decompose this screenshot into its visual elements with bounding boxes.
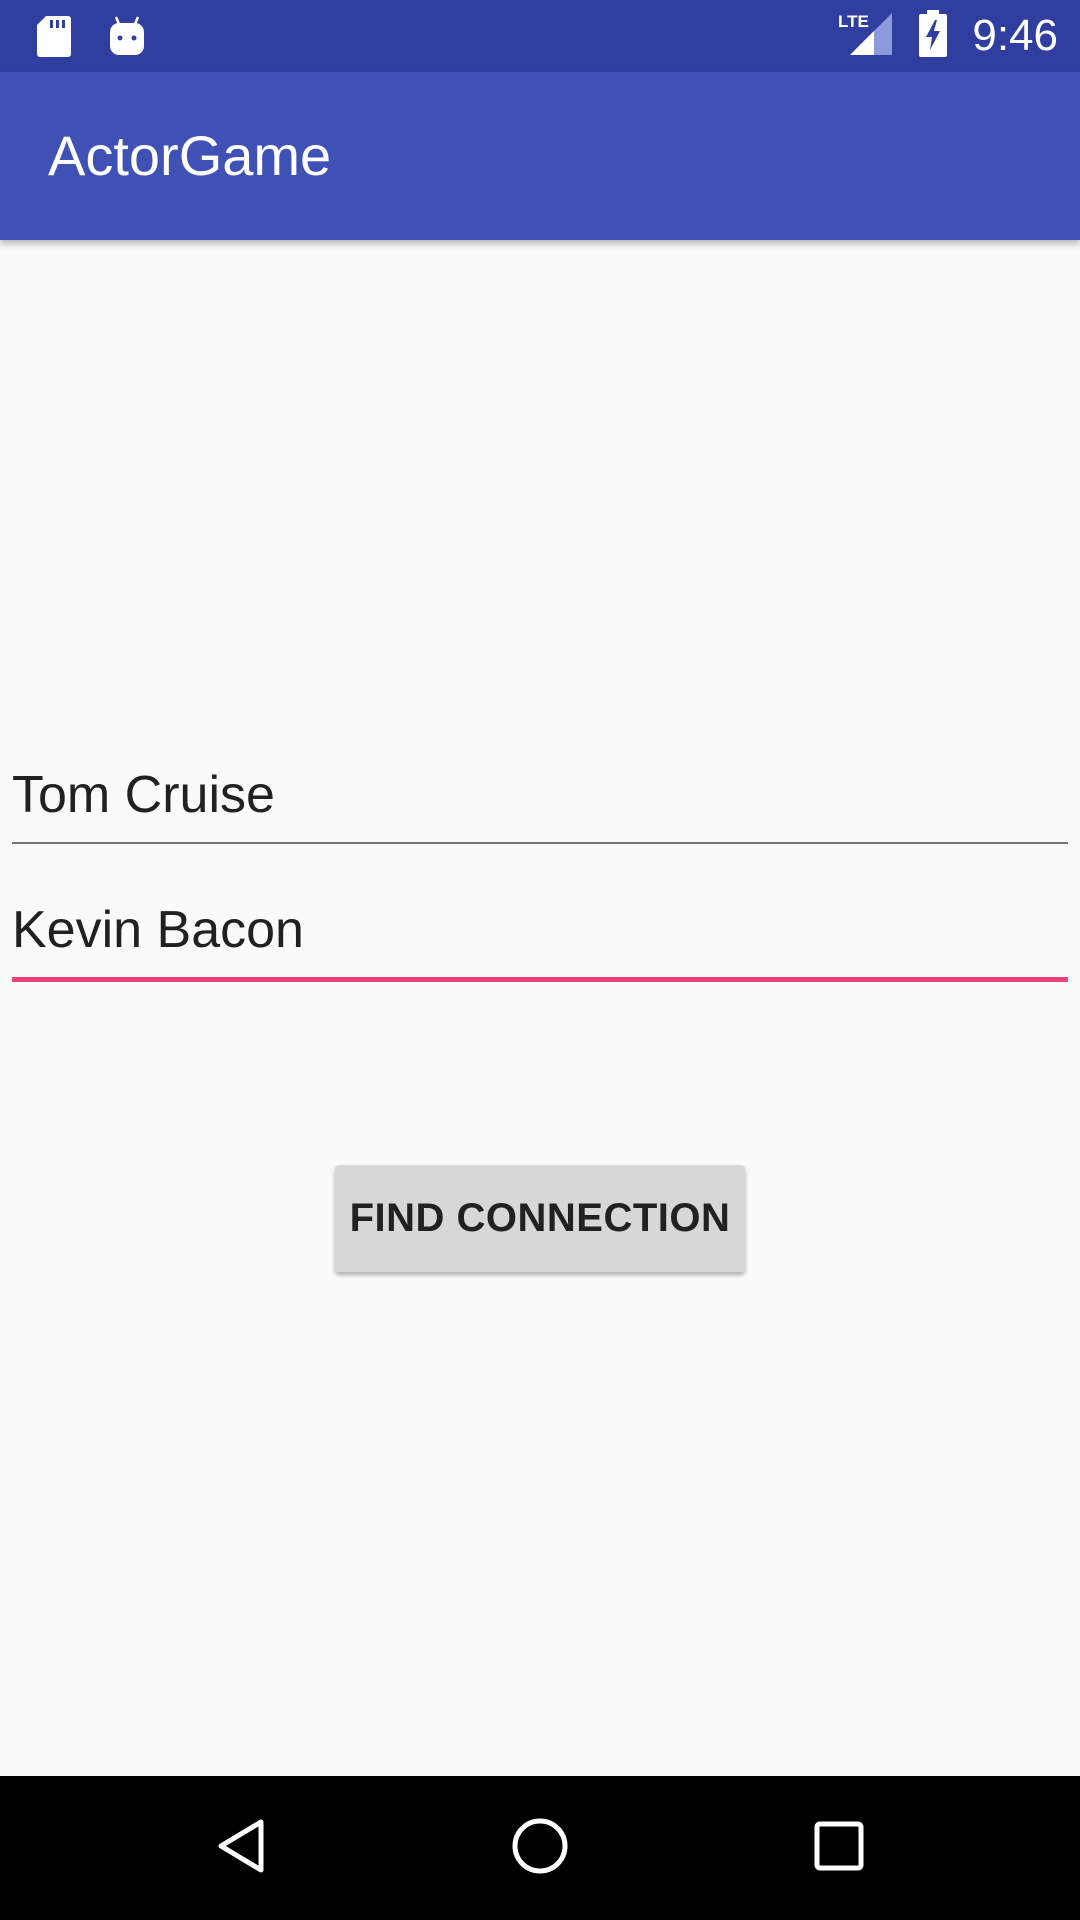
- actor-one-field: [12, 760, 1068, 844]
- app-bar: ActorGame: [0, 72, 1080, 240]
- battery-charging-icon: [918, 9, 948, 63]
- home-button[interactable]: [504, 1812, 576, 1884]
- recents-icon: [809, 1816, 869, 1881]
- actor-one-underline: [12, 842, 1068, 844]
- actor-two-input[interactable]: [12, 895, 1068, 965]
- navigation-bar: [0, 1776, 1080, 1920]
- sd-card-icon: [36, 14, 72, 63]
- home-icon: [510, 1816, 570, 1881]
- find-connection-button[interactable]: FIND CONNECTION: [335, 1165, 745, 1272]
- android-icon: [108, 15, 146, 62]
- back-icon: [211, 1816, 271, 1881]
- lte-label: LTE: [838, 12, 869, 31]
- back-button[interactable]: [205, 1812, 277, 1884]
- lte-signal-icon: LTE: [838, 11, 894, 62]
- status-right-icons: LTE 9:46: [838, 0, 1058, 72]
- status-left-icons: [36, 14, 182, 63]
- status-clock: 9:46: [972, 11, 1058, 60]
- app-title: ActorGame: [48, 124, 332, 187]
- actor-two-underline: [12, 977, 1068, 982]
- recents-button[interactable]: [803, 1812, 875, 1884]
- actor-one-input[interactable]: [12, 760, 1068, 830]
- actor-two-field: [12, 895, 1068, 982]
- status-bar: LTE 9:46: [0, 0, 1080, 72]
- app-screen: LTE 9:46 ActorGame FIND CONNECTION: [0, 0, 1080, 1920]
